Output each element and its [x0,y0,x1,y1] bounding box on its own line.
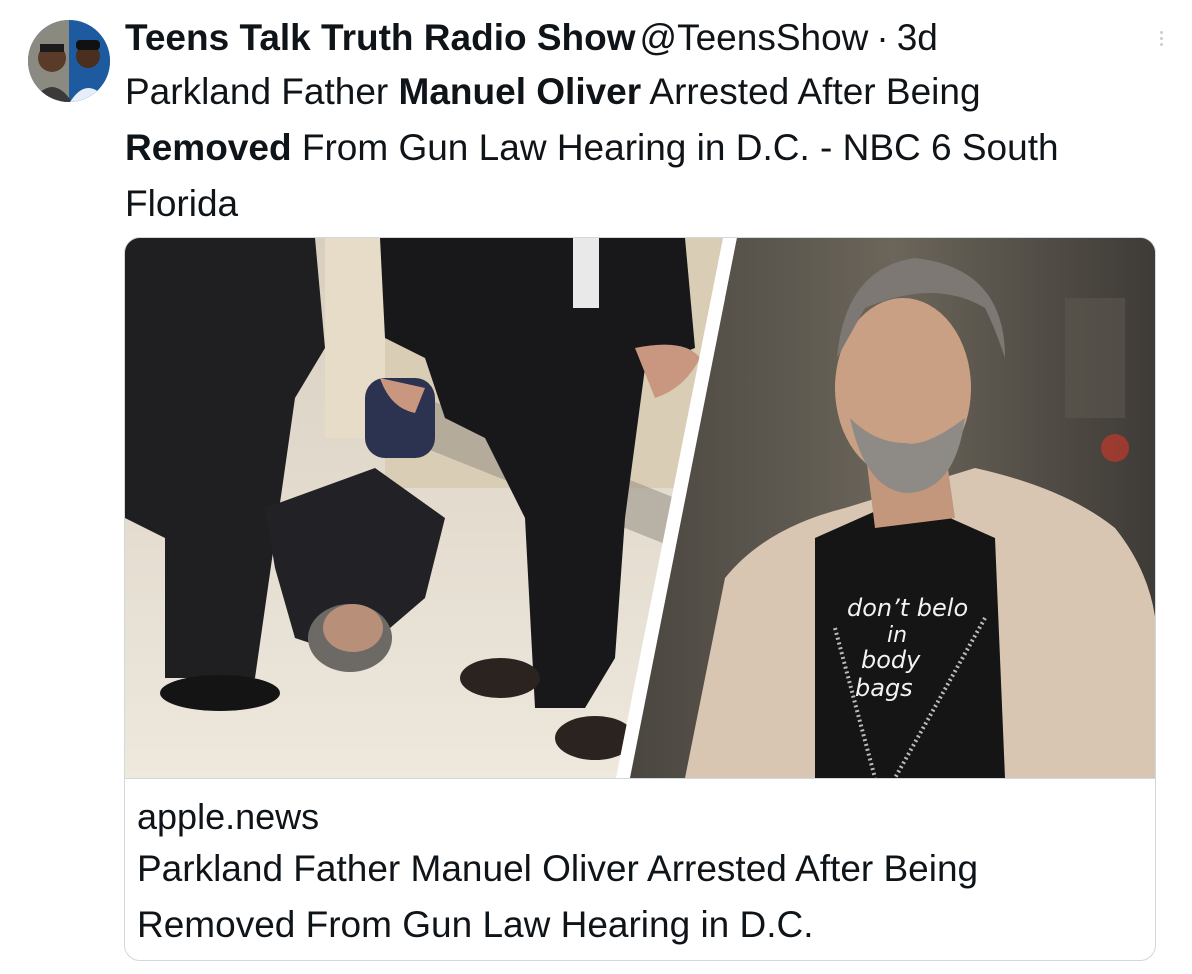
more-dot [1159,30,1163,34]
link-card[interactable]: don’t belo in body bags apple.news Parkl… [124,237,1156,961]
tweet[interactable]: Teens Talk Truth Radio Show @TeensShow ·… [0,0,1192,974]
more-dot [1159,36,1163,40]
display-name[interactable]: Teens Talk Truth Radio Show [125,14,636,62]
card-image[interactable]: don’t belo in body bags [125,238,1155,778]
more-dot [1159,42,1163,46]
tweet-text-bold: Manuel Oliver [398,71,642,112]
tweet-text-part: Parkland Father [125,71,399,112]
shirt-text-line2: in [887,623,907,648]
avatar[interactable] [28,20,110,102]
tweet-text-bold: Removed [125,127,292,168]
separator-dot: · [876,17,889,58]
card-meta[interactable]: apple.news Parkland Father Manuel Oliver… [125,778,1155,960]
shirt-text-line3: body [861,646,921,674]
tweet-text: Parkland Father Manuel Oliver Arrested A… [125,64,1125,232]
card-title: Parkland Father Manuel Oliver Arrested A… [137,848,979,945]
more-vertical-icon[interactable] [1150,24,1172,52]
tweet-header: Teens Talk Truth Radio Show @TeensShow ·… [125,14,938,62]
card-photo-collage: don’t belo in body bags [125,238,1155,778]
shirt-text-line4: bags [855,674,913,702]
user-handle[interactable]: @TeensShow [640,14,869,62]
avatar-image [28,20,110,102]
tweet-text-part: Arrested After Being [641,71,981,112]
timestamp[interactable]: 3d [897,14,938,62]
shirt-text-line1: don’t belo [847,594,968,622]
card-domain: apple.news [137,796,320,837]
